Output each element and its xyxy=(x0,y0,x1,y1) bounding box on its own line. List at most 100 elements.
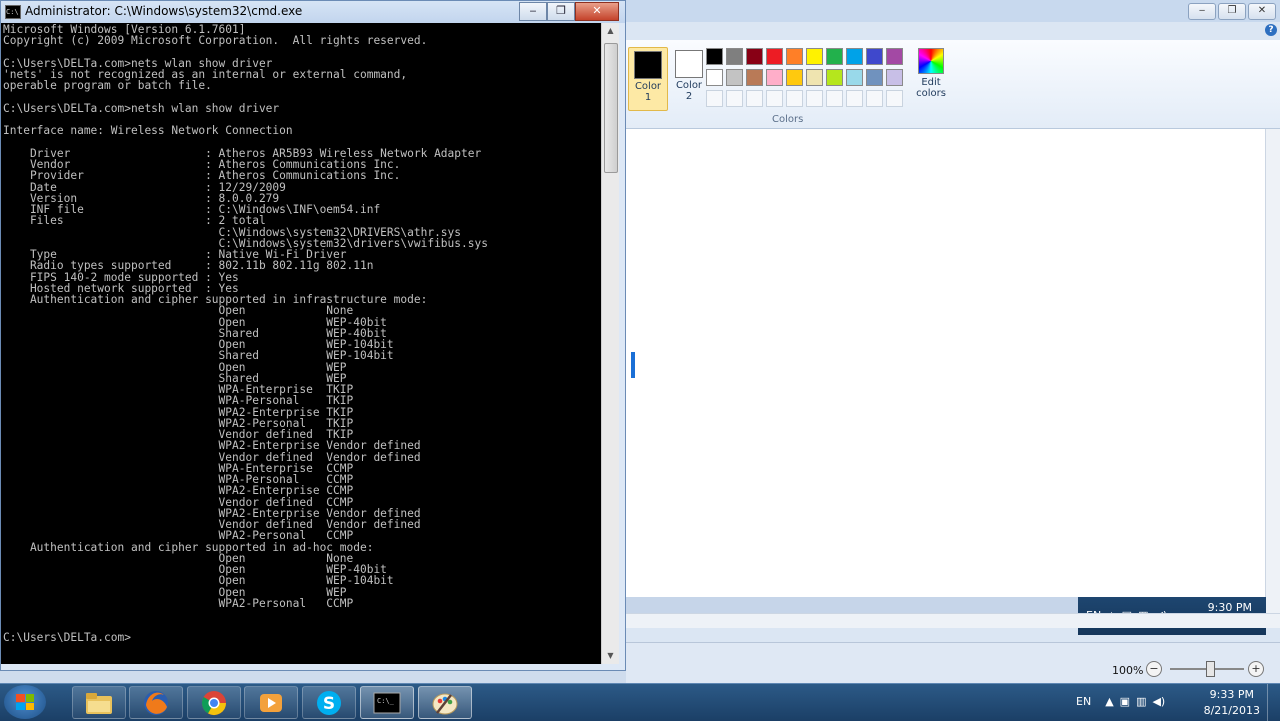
console-line: Files : 2 total xyxy=(3,214,266,228)
cmd-icon: C:\_ xyxy=(373,692,401,713)
palette-custom-slot[interactable] xyxy=(766,90,783,107)
paint-ribbon: Color 1 Color 2 Edit colors Colors xyxy=(626,40,1280,129)
network-icon[interactable]: ▣ xyxy=(1120,695,1130,708)
console-output[interactable]: Microsoft Windows [Version 6.1.7601] Copy… xyxy=(1,23,602,664)
scroll-down-icon[interactable]: ▼ xyxy=(602,648,619,664)
canvas-vertical-scrollbar[interactable] xyxy=(1265,129,1280,628)
zoom-slider-thumb[interactable] xyxy=(1206,661,1215,677)
color2-button[interactable]: Color 2 xyxy=(670,47,708,109)
scroll-up-icon[interactable]: ▲ xyxy=(602,23,619,39)
volume-icon[interactable]: ◀) xyxy=(1152,695,1165,708)
console-line: Open WEP-104bit xyxy=(3,574,394,588)
edit-colors-label: Edit colors xyxy=(916,77,946,99)
palette-swatch[interactable] xyxy=(746,48,763,65)
palette-swatch[interactable] xyxy=(806,48,823,65)
paint-maximize-button[interactable]: ❐ xyxy=(1218,3,1246,20)
media-player-icon xyxy=(260,693,282,712)
cmd-window: C:\ Administrator: C:\Windows\system32\c… xyxy=(0,0,626,671)
console-line: Open None xyxy=(3,304,354,318)
color-wheel-icon xyxy=(918,48,944,74)
zoom-level: 100% xyxy=(1112,664,1144,677)
taskbar-chrome-button[interactable] xyxy=(187,686,241,719)
paint-window: ‒ ❐ ✕ ? Color 1 Color 2 Edit colors Colo… xyxy=(626,0,1280,683)
color2-label: Color 2 xyxy=(675,80,703,102)
paint-close-button[interactable]: ✕ xyxy=(1248,3,1276,20)
paint-status-bar: 100% − + xyxy=(626,642,1280,683)
start-button[interactable] xyxy=(4,685,46,719)
palette-swatch[interactable] xyxy=(866,48,883,65)
palette-custom-slot[interactable] xyxy=(806,90,823,107)
taskbar-media-player-button[interactable] xyxy=(244,686,298,719)
palette-custom-slot[interactable] xyxy=(786,90,803,107)
windows-logo-icon xyxy=(16,694,34,710)
palette-swatch[interactable] xyxy=(746,69,763,86)
clock[interactable]: 9:33 PM 8/21/2013 xyxy=(1204,687,1260,719)
palette-custom-slot[interactable] xyxy=(886,90,903,107)
palette-swatch[interactable] xyxy=(786,69,803,86)
taskbar-firefox-button[interactable] xyxy=(129,686,183,719)
console-scrollbar[interactable]: ▲ ▼ xyxy=(601,23,619,664)
canvas-area: EN ▲ ▣ ▥ ◀) 9:30 PM 8/21/2013 xyxy=(626,129,1280,635)
help-icon[interactable]: ? xyxy=(1265,24,1277,36)
clock-date: 8/21/2013 xyxy=(1203,704,1260,717)
tray-chevron-icon[interactable]: ▲ xyxy=(1105,695,1113,708)
palette-swatch[interactable] xyxy=(726,69,743,86)
color1-button[interactable]: Color 1 xyxy=(628,47,668,111)
palette-swatch[interactable] xyxy=(786,48,803,65)
console-line: Copyright (c) 2009 Microsoft Corporation… xyxy=(3,34,428,48)
paint-title-bar: ‒ ❐ ✕ xyxy=(626,0,1280,22)
cmd-title: Administrator: C:\Windows\system32\cmd.e… xyxy=(25,4,303,18)
folder-icon xyxy=(86,692,112,714)
taskbar-cmd-button[interactable]: C:\_ xyxy=(360,686,414,719)
canvas-resize-handle[interactable] xyxy=(631,352,635,378)
power-icon[interactable]: ▥ xyxy=(1136,695,1146,708)
drawing-canvas[interactable] xyxy=(626,129,1266,597)
console-line: WPA2-Personal CCMP xyxy=(3,529,354,543)
edit-colors-button[interactable]: Edit colors xyxy=(914,48,948,99)
cmd-maximize-button[interactable]: ❐ xyxy=(547,2,575,21)
zoom-out-button[interactable]: − xyxy=(1146,661,1162,677)
palette-swatch[interactable] xyxy=(826,48,843,65)
colors-group-label: Colors xyxy=(772,114,804,125)
cmd-close-button[interactable]: ✕ xyxy=(575,2,619,21)
palette-custom-slot[interactable] xyxy=(826,90,843,107)
palette-swatch[interactable] xyxy=(886,48,903,65)
palette-swatch[interactable] xyxy=(866,69,883,86)
palette-swatch[interactable] xyxy=(806,69,823,86)
cmd-minimize-button[interactable]: ‒ xyxy=(519,2,547,21)
paint-minimize-button[interactable]: ‒ xyxy=(1188,3,1216,20)
palette-custom-slot[interactable] xyxy=(726,90,743,107)
console-line: WPA-Personal TKIP xyxy=(3,394,354,408)
skype-icon: S xyxy=(317,690,341,715)
palette-swatch[interactable] xyxy=(766,69,783,86)
taskbar-skype-button[interactable]: S xyxy=(302,686,356,719)
taskbar-paint-button[interactable] xyxy=(418,686,472,719)
palette-custom-slot[interactable] xyxy=(746,90,763,107)
palette-swatch[interactable] xyxy=(826,69,843,86)
palette-swatch[interactable] xyxy=(846,69,863,86)
system-tray: EN ▲ ▣ ▥ ◀) 9:33 PM 8/21/2013 xyxy=(1060,684,1280,721)
clock-time: 9:33 PM xyxy=(1209,688,1254,701)
palette-custom-slot[interactable] xyxy=(706,90,723,107)
palette-swatch[interactable] xyxy=(706,48,723,65)
language-indicator[interactable]: EN xyxy=(1076,695,1091,708)
palette-swatch[interactable] xyxy=(706,69,723,86)
color-palette xyxy=(706,48,903,107)
canvas-horizontal-scrollbar[interactable] xyxy=(626,613,1280,628)
palette-custom-slot[interactable] xyxy=(866,90,883,107)
taskbar-explorer-button[interactable] xyxy=(72,686,126,719)
palette-swatch[interactable] xyxy=(846,48,863,65)
chrome-icon xyxy=(201,690,226,715)
color1-label: Color 1 xyxy=(634,81,662,103)
palette-swatch[interactable] xyxy=(766,48,783,65)
show-desktop-button[interactable] xyxy=(1267,684,1280,721)
console-scroll-thumb[interactable] xyxy=(604,43,618,173)
palette-custom-slot[interactable] xyxy=(846,90,863,107)
console-line: Radio types supported : 802.11b 802.11g … xyxy=(3,259,374,273)
console-line: Shared WEP-104bit xyxy=(3,349,394,363)
palette-swatch[interactable] xyxy=(726,48,743,65)
cmd-title-bar[interactable]: C:\ Administrator: C:\Windows\system32\c… xyxy=(1,1,625,23)
palette-swatch[interactable] xyxy=(886,69,903,86)
zoom-in-button[interactable]: + xyxy=(1248,661,1264,677)
